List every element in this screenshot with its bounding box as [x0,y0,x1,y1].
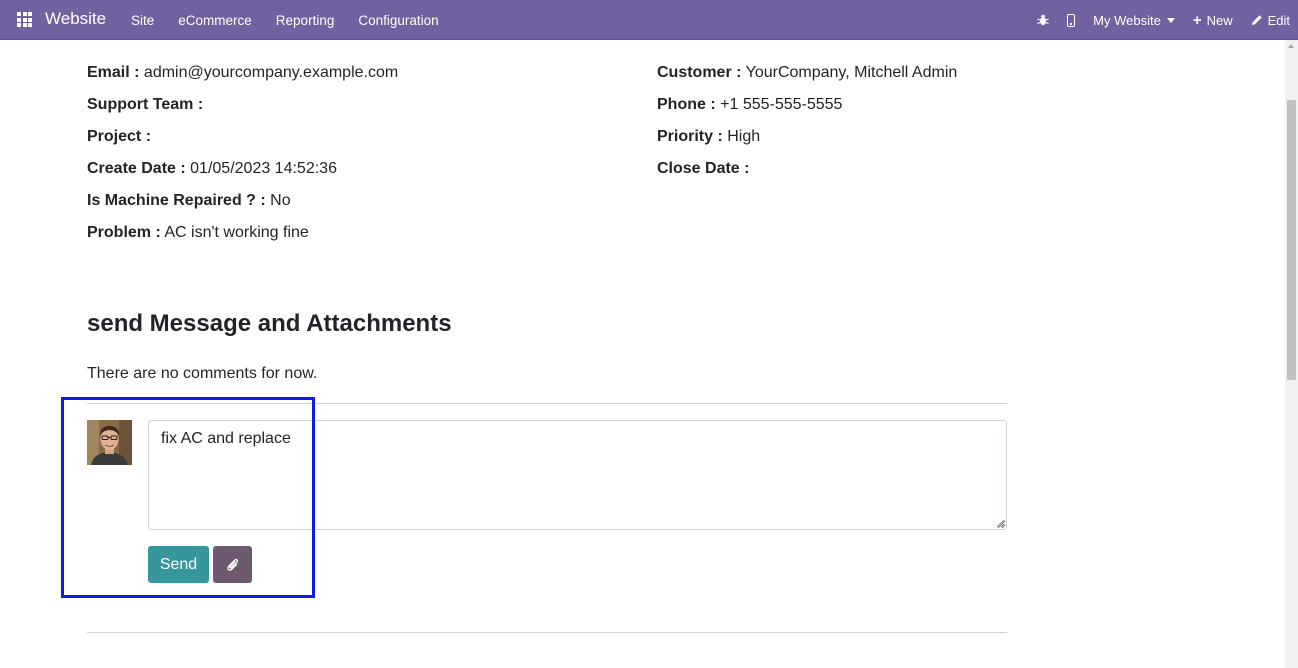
bug-icon [1037,14,1049,25]
resize-grip-icon[interactable] [996,519,1005,528]
menu-item-configuration[interactable]: Configuration [346,13,450,28]
menu-item-reporting[interactable]: Reporting [264,13,347,28]
email-value: admin@yourcompany.example.com [143,64,399,81]
email-field: Email : admin@yourcompany.example.com [87,63,398,83]
machine-repaired-value: No [270,192,291,209]
no-comments-text: There are no comments for now. [87,365,318,382]
navbar-tools: My Website + New Edit [1019,0,1290,40]
user-avatar-image [87,420,132,465]
menu-item-site[interactable]: Site [119,13,166,28]
customer-field: Customer : YourCompany, Mitchell Admin [657,63,957,83]
pencil-icon [1251,15,1262,25]
mobile-preview-button[interactable] [1067,13,1076,27]
mobile-icon [1067,13,1076,27]
close-date-field: Close Date : [657,159,749,179]
plus-icon: + [1192,11,1202,29]
website-selector-label: My Website [1093,12,1161,28]
close-date-label: Close Date : [657,160,750,177]
machine-repaired-field: Is Machine Repaired ? : No [87,191,291,211]
avatar [87,420,132,465]
support-team-label: Support Team : [87,96,204,113]
customer-value: YourCompany, Mitchell Admin [745,64,958,81]
machine-repaired-label: Is Machine Repaired ? : [87,192,266,209]
create-date-value: 01/05/2023 14:52:36 [190,160,337,177]
project-label: Project : [87,128,152,145]
priority-label: Priority : [657,128,723,145]
problem-label: Problem : [87,224,161,241]
app-name[interactable]: Website [45,9,106,29]
message-input[interactable]: fix AC and replace [148,420,1007,530]
debug-button[interactable] [1037,14,1049,26]
top-navbar: Website Site eCommerce Reporting Configu… [0,0,1298,40]
customer-label: Customer : [657,64,742,81]
problem-value: AC isn't working fine [164,224,309,241]
divider [87,403,1007,404]
attach-button[interactable] [213,546,252,583]
scrollbar-thumb[interactable] [1287,100,1296,380]
project-field: Project : [87,127,151,147]
priority-field: Priority : High [657,127,760,147]
divider [87,632,1007,633]
new-button[interactable]: + New [1193,13,1233,28]
phone-value: +1 555-555-5555 [720,96,843,113]
edit-button[interactable]: Edit [1251,13,1290,28]
phone-field: Phone : +1 555-555-5555 [657,95,842,115]
email-label: Email : [87,64,140,81]
scrollbar[interactable] [1285,40,1298,668]
create-date-field: Create Date : 01/05/2023 14:52:36 [87,159,337,179]
caret-down-icon [1166,17,1175,23]
support-team-field: Support Team : [87,95,203,115]
phone-label: Phone : [657,96,716,113]
create-date-label: Create Date : [87,160,186,177]
new-button-label: New [1206,12,1233,28]
send-button[interactable]: Send [148,546,209,583]
menu-item-ecommerce[interactable]: eCommerce [166,13,264,28]
apps-menu-icon[interactable] [17,12,32,27]
priority-value: High [727,128,761,145]
messages-section-title: send Message and Attachments [87,310,452,337]
paperclip-icon [226,558,238,571]
main-menu: Site eCommerce Reporting Configuration [119,0,451,40]
problem-field: Problem : AC isn't working fine [87,223,309,243]
edit-button-label: Edit [1267,12,1290,28]
scroll-up-arrow-icon[interactable] [1288,44,1294,48]
website-selector[interactable]: My Website [1093,13,1175,28]
